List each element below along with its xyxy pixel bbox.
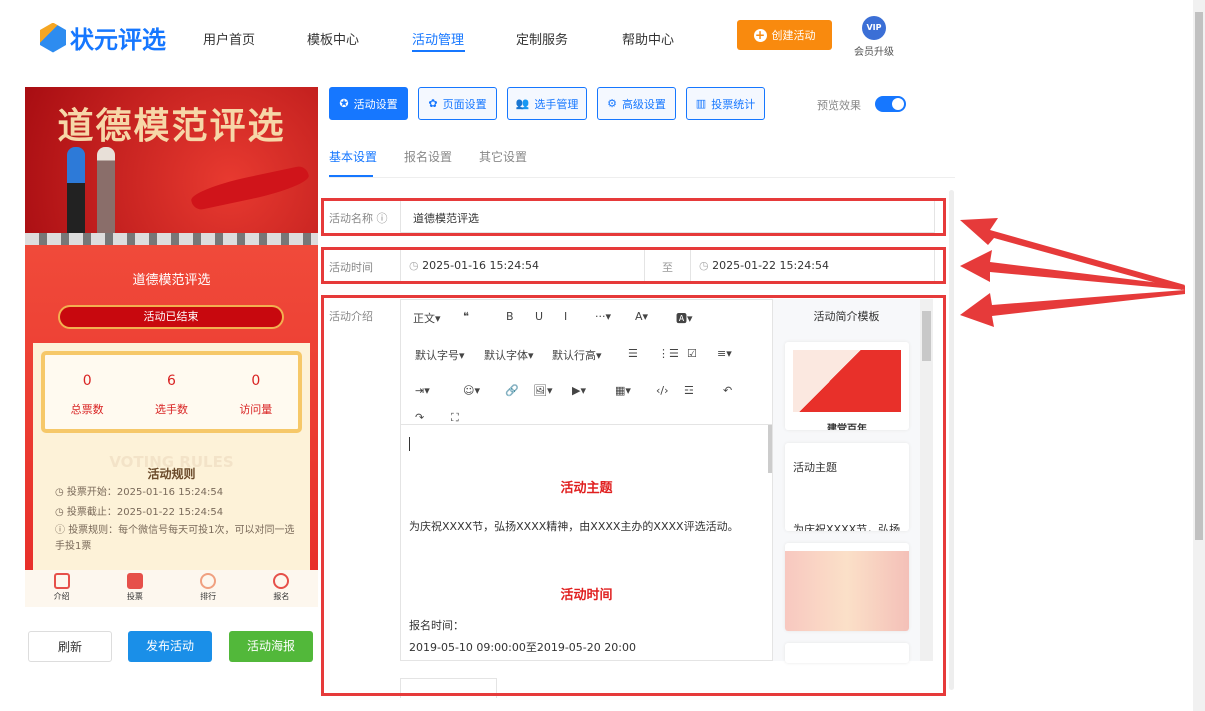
scrollbar-thumb[interactable] (1195, 12, 1203, 540)
road (25, 233, 318, 245)
nav-template-center[interactable]: 模板中心 (307, 29, 359, 48)
poster-button[interactable]: 活动海报 (229, 631, 313, 662)
stat-value: 6 (167, 373, 176, 389)
preview-nav-vote[interactable]: 投票 (98, 570, 171, 607)
tab-contestant-management[interactable]: 👥 选手管理 (507, 87, 587, 120)
sliders-icon: ⚙ (607, 97, 617, 110)
tab-vote-stats[interactable]: ▥ 投票统计 (686, 87, 765, 120)
highlight-box (321, 247, 946, 284)
tab-label: 高级设置 (621, 97, 666, 111)
tab-label: 选手管理 (534, 97, 579, 111)
stat-label: 访问量 (239, 403, 273, 416)
preview-nav-signup[interactable]: 报名 (245, 570, 318, 607)
publish-button[interactable]: 发布活动 (128, 631, 212, 662)
bar-chart-icon: ▥ (695, 97, 707, 110)
nav-active-underline (412, 50, 465, 52)
stats-panel: 0 总票数 6 选手数 0 访问量 (41, 351, 302, 433)
divider (329, 177, 955, 178)
vote-icon (126, 573, 143, 589)
gear-icon: ✿ (428, 97, 438, 110)
intro-icon (53, 573, 70, 589)
plus-circle-icon: + (753, 27, 767, 42)
vip-badge-icon: VIP (862, 16, 886, 40)
nav-label: 报名 (273, 592, 290, 601)
nav-custom-service[interactable]: 定制服务 (516, 29, 568, 48)
preview-card: 道德模范评选 活动已结束 0 总票数 6 选手数 0 访问量 VOTING RULES… (25, 245, 318, 570)
nav-label: 投票 (126, 592, 143, 601)
stat-label: 选手数 (154, 403, 188, 416)
refresh-button[interactable]: 刷新 (28, 631, 112, 662)
tab-label: 页面设置 (442, 97, 487, 111)
clock-icon: ◷ (55, 487, 64, 498)
nav-user-home[interactable]: 用户首页 (203, 29, 255, 48)
rule-start: ◷ 投票开始：2025-01-16 15:24:54 (55, 483, 223, 498)
clock-icon: ◷ (55, 507, 64, 518)
nav-label: 排行 (200, 592, 217, 601)
preview-nav-rank[interactable]: 排行 (172, 570, 245, 607)
stat-visits: 0 访问量 (214, 355, 298, 429)
status-badge: 活动已结束 (60, 307, 282, 327)
page-scrollbar[interactable] (1193, 0, 1205, 711)
create-activity-button[interactable]: + 创建活动 (737, 20, 832, 50)
star-icon: ✪ (339, 97, 349, 110)
rule-text: 投票规则：每个微信号每天可投1次，可以对同一选手投1票 (55, 525, 295, 552)
rules-title: 活动规则 (147, 467, 196, 481)
person-figure (67, 147, 85, 237)
vip-upgrade[interactable]: VIP 会员升级 (853, 16, 895, 58)
subtab-underline (329, 175, 373, 177)
ribbon (189, 164, 311, 212)
preview-toggle[interactable] (875, 96, 906, 112)
stat-value: 0 (251, 373, 261, 389)
logo[interactable]: 状元评选 (40, 20, 166, 55)
info-icon: ⓘ (55, 525, 65, 536)
subtab-other[interactable]: 其它设置 (479, 148, 527, 165)
nav-activity-management[interactable]: 活动管理 (412, 29, 464, 48)
subtab-signup[interactable]: 报名设置 (404, 148, 452, 165)
banner-title: 道德模范评选 (57, 105, 286, 147)
hand-icon (273, 573, 290, 589)
stat-total-votes: 0 总票数 (45, 355, 129, 429)
nav-label: 介绍 (53, 592, 70, 601)
tab-label: 活动设置 (353, 97, 398, 111)
subtab-basic[interactable]: 基本设置 (329, 148, 377, 165)
arrow-icon (960, 290, 1185, 327)
tab-page-settings[interactable]: ✿ 页面设置 (418, 87, 497, 120)
preview-label: 预览效果 (817, 99, 861, 112)
highlight-box (321, 198, 946, 236)
preview-inner: 0 总票数 6 选手数 0 访问量 VOTING RULES 活动规则 ◷ 投票开始：… (33, 343, 310, 570)
stat-contestants: 6 选手数 (129, 355, 213, 429)
rule-text: 投票截止：2025-01-22 15:24:54 (66, 507, 224, 518)
stat-label: 总票数 (70, 403, 104, 416)
tab-label: 投票统计 (711, 97, 756, 111)
highlight-box (321, 295, 946, 696)
tab-advanced-settings[interactable]: ⚙ 高级设置 (597, 87, 676, 120)
preview-nav-intro[interactable]: 介绍 (25, 570, 98, 607)
users-icon: 👥 (515, 97, 530, 110)
preview-title: 道德模范评选 (132, 273, 211, 288)
tab-activity-settings[interactable]: ✪ 活动设置 (329, 87, 408, 120)
rule-end: ◷ 投票截止：2025-01-22 15:24:54 (55, 503, 223, 518)
preview-banner: 道德模范评选 (25, 87, 318, 245)
rule-vote: ⓘ 投票规则：每个微信号每天可投1次，可以对同一选手投1票 (55, 523, 295, 555)
mobile-preview: 道德模范评选 道德模范评选 活动已结束 0 总票数 6 选手数 0 访问量 VOTIN… (25, 87, 318, 607)
stat-value: 0 (82, 373, 92, 389)
rule-text: 投票开始：2025-01-16 15:24:54 (66, 487, 224, 498)
toggle-knob (892, 98, 904, 110)
logo-cube-icon (40, 22, 66, 53)
annotation-arrows (960, 218, 1185, 327)
preview-bottom-nav: 介绍 投票 排行 报名 (25, 570, 318, 607)
person-figure (97, 147, 115, 237)
medal-icon (200, 573, 217, 589)
nav-help-center[interactable]: 帮助中心 (622, 29, 674, 48)
